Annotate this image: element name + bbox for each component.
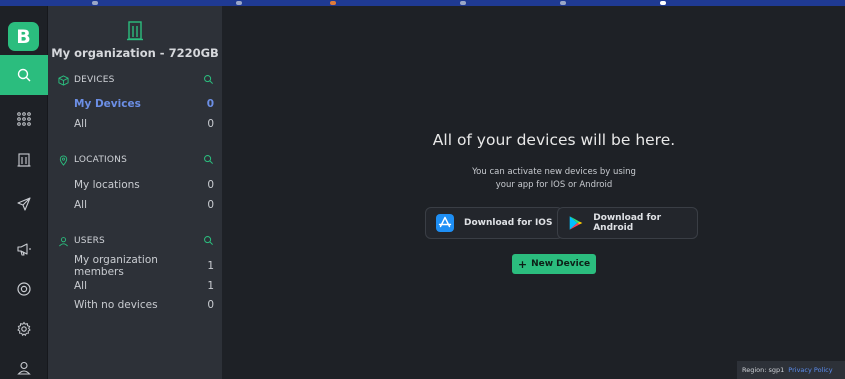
rail-apps-button[interactable] [0,99,48,139]
sidebar-item-label: All [74,199,88,211]
rail-search-button[interactable] [0,55,48,95]
devices-section-header: DEVICES [58,73,214,87]
apps-grid-icon [17,112,31,126]
sidebar-item-count: 0 [207,299,214,311]
sidebar-item-count: 0 [207,199,214,211]
empty-state-description-line2: your app for IOS or Android [495,180,613,190]
sidebar-item-organization-members[interactable]: My organization members 1 [74,254,214,278]
strip-dot [560,1,566,5]
download-ios-label: Download for IOS [464,218,553,228]
sidebar-item-count: 1 [207,260,214,272]
users-search-icon[interactable] [203,235,214,246]
app-store-icon [436,214,454,232]
app-logo[interactable]: B [8,22,39,51]
strip-dot [460,1,466,5]
locations-section-title: LOCATIONS [74,155,128,165]
sidebar-item-all-users[interactable]: All 1 [74,278,214,294]
user-account-icon [17,361,31,375]
sidebar-item-all-devices[interactable]: All 0 [74,116,214,132]
settings-gear-icon [17,321,31,337]
user-icon [59,236,68,246]
plus-icon: + [517,257,528,271]
icon-rail: B [0,6,48,379]
organization-header[interactable]: My organization - 7220GB [48,20,222,60]
strip-dot [92,1,98,5]
rail-organization-button[interactable] [0,140,48,180]
download-ios-button[interactable]: Download for IOS [425,207,564,239]
sidebar-item-count: 1 [207,280,214,292]
new-device-label: New Device [531,259,591,269]
download-android-button[interactable]: Download for Android [557,207,698,239]
sidebar-item-my-locations[interactable]: My locations 0 [74,177,214,193]
locations-section-header: LOCATIONS [58,153,214,167]
sidebar: My organization - 7220GB DEVICES My Devi… [48,6,222,379]
google-play-icon [569,216,583,230]
sidebar-item-label: My Devices [74,98,141,110]
sidebar-item-label: All [74,118,88,130]
main-content: All of your devices will be here. You ca… [222,6,845,379]
organization-building-icon [127,21,143,41]
sidebar-item-label: My locations [74,179,140,191]
sidebar-item-count: 0 [206,98,214,110]
search-icon [17,68,31,82]
sidebar-item-label: My organization members [74,254,158,278]
help-lifebuoy-icon [17,282,31,296]
building-icon [17,153,31,167]
privacy-policy-link[interactable]: Privacy Policy [788,366,832,374]
sidebar-item-label: With no devices [74,299,158,311]
strip-dot [330,1,336,5]
locations-search-icon[interactable] [203,154,214,165]
location-pin-icon [59,155,68,166]
download-android-label: Download for Android [593,213,662,233]
rail-send-button[interactable] [0,184,48,224]
rail-account-button[interactable] [0,348,48,379]
organization-name: My organization - 7220GB [51,46,219,60]
users-section-title: USERS [74,236,105,246]
new-device-button[interactable]: + New Device [512,254,596,274]
devices-section-title: DEVICES [74,75,115,85]
sidebar-item-my-devices[interactable]: My Devices 0 [74,96,214,112]
sidebar-item-label: All [74,280,88,292]
send-icon [17,197,31,211]
rail-announcements-button[interactable] [0,229,48,269]
sidebar-item-count: 0 [207,179,214,191]
logo-letter: B [16,25,31,48]
sidebar-item-all-locations[interactable]: All 0 [74,197,214,213]
devices-search-icon[interactable] [203,74,214,85]
strip-dot [660,1,666,5]
strip-dot [236,1,242,5]
users-section-header: USERS [58,234,214,248]
sidebar-item-count: 0 [207,118,214,130]
empty-state-headline: All of your devices will be here. [432,131,676,149]
rail-settings-button[interactable] [0,309,48,349]
sidebar-item-users-no-devices[interactable]: With no devices 0 [74,297,214,313]
empty-state-description-line1: You can activate new devices by using [472,167,636,177]
megaphone-icon [17,243,31,256]
region-text: Region: sgp1 [742,366,785,374]
rail-help-button[interactable] [0,269,48,309]
footer-bar: Region: sgp1 Privacy Policy [737,361,845,379]
device-cube-icon [58,74,69,86]
